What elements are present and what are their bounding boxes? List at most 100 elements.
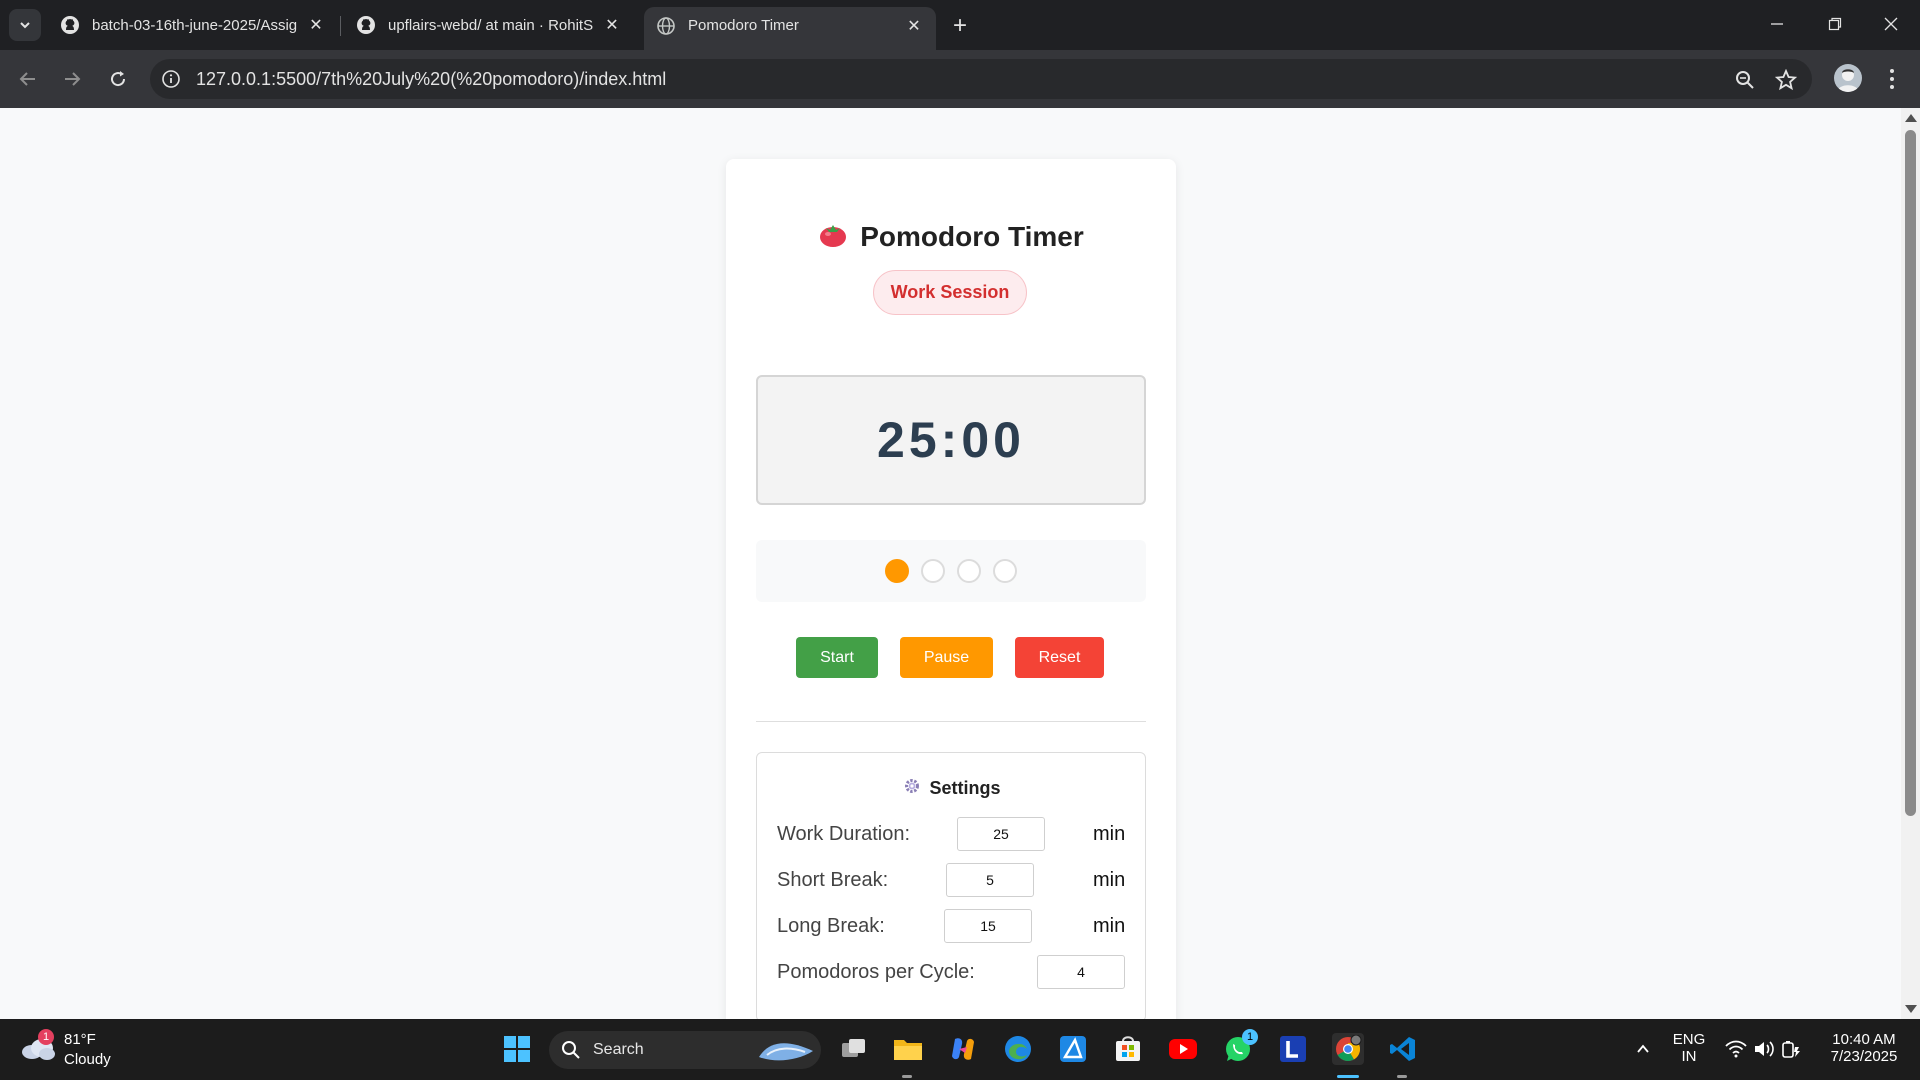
running-indicator-active [1337, 1075, 1359, 1078]
work-unit-label: min [1093, 823, 1126, 845]
language-indicator[interactable]: ENG IN [1666, 1031, 1712, 1065]
vscode-icon[interactable] [1387, 1033, 1419, 1065]
whatsapp-icon[interactable]: 1 [1222, 1029, 1258, 1065]
search-icon [561, 1040, 581, 1065]
tab-search-button[interactable] [9, 9, 41, 41]
address-bar[interactable]: 127.0.0.1:5500/7th%20July%20(%20pomodoro… [150, 59, 1812, 99]
pomodoro-progress [756, 540, 1146, 602]
work-duration-input[interactable]: 25 [957, 817, 1045, 851]
microsoft-store-icon[interactable] [1112, 1033, 1144, 1065]
restore-icon [1828, 17, 1842, 31]
progress-dot-completed [885, 559, 909, 583]
chevron-down-icon [20, 22, 30, 29]
short-break-input[interactable]: 5 [946, 863, 1034, 897]
arrow-left-icon [19, 72, 35, 86]
tab-batch[interactable]: batch-03-16th-june-2025/Assig ✕ [48, 7, 338, 43]
minimize-button[interactable] [1748, 0, 1806, 48]
tab-pomodoro[interactable]: Pomodoro Timer ✕ [644, 7, 936, 50]
browser-toolbar: 127.0.0.1:5500/7th%20July%20(%20pomodoro… [0, 50, 1920, 108]
gear-icon [903, 777, 921, 800]
progress-dot [957, 559, 981, 583]
session-badge: Work Session [873, 270, 1027, 315]
long-unit-label: min [1093, 915, 1126, 937]
settings-heading: Settings [757, 777, 1147, 800]
system-clock[interactable]: 10:40 AM 7/23/2025 [1818, 1031, 1910, 1065]
forward-button[interactable] [56, 63, 88, 95]
search-label: Search [593, 1041, 644, 1058]
zoom-icon[interactable] [1733, 68, 1757, 92]
settings-panel: Settings Work Duration: 25 min Short Bre… [756, 752, 1146, 1019]
restore-button[interactable] [1806, 0, 1864, 48]
short-unit-label: min [1093, 869, 1126, 891]
long-break-input[interactable]: 15 [944, 909, 1032, 943]
app-header: Pomodoro Timer [726, 219, 1176, 254]
tab-title: Pomodoro Timer [688, 17, 799, 34]
tab-divider [340, 16, 341, 36]
browser-menu-button[interactable] [1880, 64, 1904, 94]
running-indicator [1397, 1075, 1407, 1078]
scroll-down-arrow[interactable] [1905, 1005, 1917, 1013]
long-break-label: Long Break: [777, 915, 885, 937]
new-tab-button[interactable]: + [944, 10, 976, 42]
tab-title: batch-03-16th-june-2025/Assig [92, 16, 298, 34]
github-icon [356, 15, 376, 35]
plus-icon: + [952, 12, 967, 39]
profile-avatar[interactable] [1834, 64, 1862, 92]
page-scrollbar[interactable] [1901, 108, 1920, 1019]
github-icon [60, 15, 80, 35]
close-tab-icon[interactable]: ✕ [602, 15, 622, 35]
weather-badge: 1 [38, 1029, 54, 1045]
chrome-icon[interactable] [1332, 1033, 1364, 1065]
tab-title: upflairs-webd/ at main · RohitS [388, 16, 594, 34]
task-view-icon[interactable] [838, 1033, 870, 1065]
tomato-icon [818, 219, 848, 254]
pomodoro-card: Pomodoro Timer Work Session 25:00 Start … [726, 159, 1176, 1019]
clock-time: 10:40 AM [1832, 1031, 1896, 1048]
pause-button[interactable]: Pause [900, 637, 993, 678]
arrow-right-icon [65, 72, 81, 86]
weather-temperature: 81°F [64, 1031, 96, 1048]
windows-start-icon[interactable] [501, 1033, 533, 1065]
reload-icon [111, 71, 126, 87]
url-text: 127.0.0.1:5500/7th%20July%20(%20pomodoro… [196, 69, 667, 89]
tab-upflairs[interactable]: upflairs-webd/ at main · RohitS ✕ [344, 7, 634, 43]
scroll-up-arrow[interactable] [1905, 114, 1917, 122]
page-viewport: Pomodoro Timer Work Session 25:00 Start … [0, 108, 1901, 1019]
taskbar-search[interactable]: Search [549, 1031, 821, 1069]
weather-condition: Cloudy [64, 1051, 111, 1068]
settings-title: Settings [929, 778, 1001, 798]
back-button[interactable] [12, 63, 44, 95]
battery-icon[interactable] [1775, 1033, 1807, 1065]
close-window-button[interactable] [1862, 0, 1920, 48]
start-button[interactable]: Start [796, 637, 878, 678]
whatsapp-badge: 1 [1242, 1029, 1258, 1045]
region-code: IN [1681, 1048, 1697, 1065]
l-app-icon[interactable] [1277, 1033, 1309, 1065]
chevron-up-icon[interactable] [1627, 1033, 1659, 1065]
weather-widget[interactable]: 1 81°F Cloudy [20, 1029, 130, 1071]
globe-icon [656, 16, 676, 36]
close-tab-icon[interactable]: ✕ [306, 15, 326, 35]
timer-display: 25:00 [756, 375, 1146, 505]
work-duration-label: Work Duration: [777, 823, 911, 845]
reload-button[interactable] [102, 63, 134, 95]
minimize-icon [1771, 23, 1783, 25]
file-explorer-icon[interactable] [892, 1033, 924, 1065]
running-indicator [902, 1075, 912, 1078]
reset-button[interactable]: Reset [1015, 637, 1104, 678]
bookmark-star-icon[interactable] [1774, 68, 1798, 92]
language-code: ENG [1672, 1031, 1706, 1048]
edge-icon[interactable] [1002, 1033, 1034, 1065]
copilot-icon[interactable] [947, 1033, 979, 1065]
scrollbar-thumb[interactable] [1905, 130, 1916, 816]
cycle-label: Pomodoros per Cycle: [777, 961, 975, 983]
close-icon [1884, 17, 1898, 31]
windows-taskbar: 1 81°F Cloudy Search 1 ENG IN 10:40 AM 7… [0, 1019, 1920, 1080]
progress-dot [921, 559, 945, 583]
site-info-icon[interactable] [160, 68, 182, 90]
close-tab-icon[interactable]: ✕ [904, 16, 924, 36]
azure-data-studio-icon[interactable] [1057, 1033, 1089, 1065]
clock-date: 7/23/2025 [1830, 1048, 1898, 1065]
youtube-icon[interactable] [1167, 1033, 1199, 1065]
cycle-input[interactable]: 4 [1037, 955, 1125, 989]
